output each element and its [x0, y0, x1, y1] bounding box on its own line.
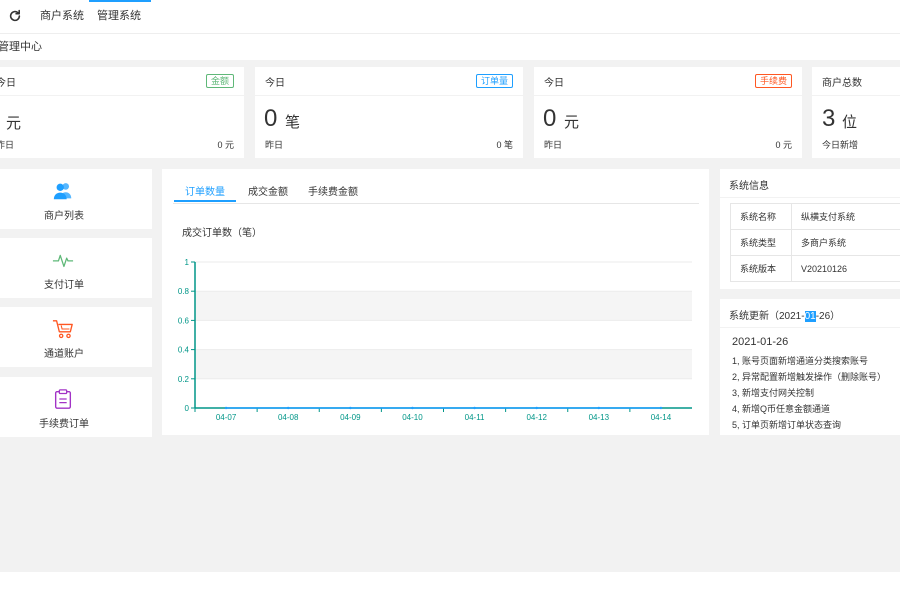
nav-merchant-system[interactable]: 商户系统 — [40, 0, 84, 33]
stat-unit: 笔 — [285, 114, 301, 131]
y-tick-label: 0.2 — [178, 375, 190, 384]
data-point — [411, 406, 414, 410]
info-value: 纵横支付系统 — [791, 203, 900, 230]
line-chart: 1 0.8 0.6 0.4 0.2 0 04-07 04-08 04-09 04-10 04-11 0… — [178, 258, 692, 422]
stat-foot-value: 0 元 — [775, 140, 792, 150]
y-tick-label: 0.4 — [178, 346, 190, 355]
users-icon — [53, 183, 72, 200]
stat-foot-value: 0 元 — [217, 140, 234, 150]
quick-link-label: 手续费订单 — [39, 419, 89, 430]
data-point — [535, 406, 538, 410]
update-item: 4, 新增Q币任意金额通道 — [732, 404, 831, 414]
stat-value: 0 — [543, 105, 557, 132]
x-tick-label: 04-14 — [651, 413, 672, 422]
grid-band — [195, 291, 692, 321]
bottom-area — [0, 572, 900, 600]
cart-icon — [52, 320, 73, 339]
quick-link-channel-accounts[interactable]: 通道账户 — [0, 307, 152, 367]
update-item: 1, 账号页面新增通道分类搜索账号 — [732, 356, 869, 366]
stat-foot-label: 今日新增 — [822, 140, 859, 150]
stat-card-amount: 今日 金额 元 昨日 0 元 — [0, 67, 244, 158]
clipboard-icon — [54, 389, 72, 409]
y-tick-label: 1 — [185, 258, 190, 267]
top-bar: 商户系统 管理系统 — [0, 0, 900, 34]
refresh-icon[interactable] — [8, 9, 22, 23]
updates-title-suffix: -26） — [815, 311, 841, 322]
update-date: 2021-01-26 — [732, 336, 789, 348]
stat-card-fee: 今日 手续费 0 元 昨日 0 元 — [534, 67, 802, 158]
pulse-icon — [52, 254, 74, 268]
data-point — [597, 406, 601, 410]
stat-foot-label: 昨日 — [544, 140, 563, 150]
table-row: 系统版本 V20210126 — [730, 255, 900, 282]
stat-foot-label: 昨日 — [0, 140, 15, 150]
update-item: 5, 订单页新增订单状态查询 — [732, 420, 842, 430]
table-row: 系统名称 纵横支付系统 — [730, 203, 900, 230]
stat-unit: 元 — [6, 115, 22, 132]
quick-link-label: 商户列表 — [44, 211, 84, 222]
x-tick-label: 04-09 — [340, 413, 361, 422]
data-point — [224, 406, 228, 410]
badge-order-count: 订单量 — [475, 74, 513, 88]
grid-band — [195, 349, 692, 379]
data-point — [659, 406, 663, 410]
update-item: 2, 异常配置新增触发操作（删除账号） — [732, 372, 887, 382]
stat-foot-label: 昨日 — [265, 140, 284, 150]
nav-admin-system[interactable]: 管理系统 — [89, 0, 151, 33]
chart-card: 订单数量 成交金额 手续费金额 成交订单数（笔） 1 0.8 0.6 0.4 0.2 0 0… — [162, 169, 709, 435]
quick-link-label: 通道账户 — [44, 349, 84, 360]
data-point — [286, 406, 290, 410]
stat-value: 0 — [264, 105, 278, 132]
quick-link-pay-orders[interactable]: 支付订单 — [0, 238, 152, 298]
x-tick-label: 04-07 — [216, 413, 237, 422]
breadcrumb-label: 管理中心 — [0, 41, 42, 53]
y-tick-label: 0 — [185, 404, 190, 413]
x-tick-label: 04-11 — [465, 413, 485, 422]
updates-title: 系统更新（2021-01-26） — [729, 307, 840, 322]
system-info-title: 系统信息 — [729, 181, 769, 192]
badge-amount: 金额 — [205, 74, 234, 88]
stat-value: 3 — [822, 105, 836, 132]
data-point — [349, 406, 352, 410]
breadcrumb: 管理中心 — [0, 34, 900, 61]
stat-unit: 元 — [564, 114, 580, 131]
quick-link-merchant-list[interactable]: 商户列表 — [0, 169, 152, 229]
stat-title: 今日 — [265, 78, 285, 89]
x-tick-label: 04-13 — [589, 413, 610, 422]
stat-card-merchants: 商户总数 3 位 今日新增 — [812, 67, 900, 158]
stat-title: 商户总数 — [822, 78, 862, 89]
info-key: 系统版本 — [730, 255, 792, 282]
y-tick-label: 0.8 — [178, 287, 190, 296]
stat-foot-value: 0 笔 — [496, 140, 513, 150]
stat-title: 今日 — [0, 78, 16, 89]
updates-title-prefix: 系统更新（2021- — [729, 311, 805, 322]
stat-unit: 位 — [842, 114, 858, 131]
info-value: 多商户系统 — [791, 229, 900, 256]
badge-fee: 手续费 — [754, 74, 792, 88]
info-key: 系统类型 — [730, 229, 792, 256]
table-row: 系统类型 多商户系统 — [730, 229, 900, 256]
stat-title: 今日 — [544, 78, 564, 89]
data-point — [473, 406, 476, 410]
y-tick-label: 0.6 — [178, 316, 190, 325]
x-tick-label: 04-10 — [402, 413, 423, 422]
update-item: 3, 新增支付网关控制 — [732, 388, 815, 398]
system-info-table: 系统名称 纵横支付系统 系统类型 多商户系统 系统版本 V20210126 — [730, 203, 900, 282]
updates-title-selected: 01 — [804, 311, 816, 322]
system-updates-card: 系统更新（2021-01-26） 2021-01-26 1, 账号页面新增通道分… — [720, 299, 900, 435]
x-tick-label: 04-12 — [526, 413, 547, 422]
system-info-card: 系统信息 系统名称 纵横支付系统 系统类型 多商户系统 系统版本 V202101… — [720, 169, 900, 289]
info-value: V20210126 — [791, 255, 900, 282]
quick-link-fee-orders[interactable]: 手续费订单 — [0, 377, 152, 437]
quick-link-label: 支付订单 — [44, 280, 84, 291]
x-tick-label: 04-08 — [278, 413, 299, 422]
info-key: 系统名称 — [730, 203, 792, 230]
stat-card-orders: 今日 订单量 0 笔 昨日 0 笔 — [255, 67, 523, 158]
